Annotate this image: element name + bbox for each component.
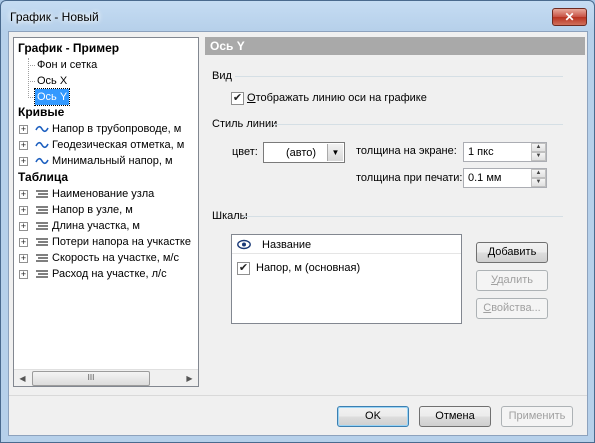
tree-item-axis-y[interactable]: Ось Y	[33, 88, 71, 106]
scale-visible-checkbox[interactable]: ✔	[237, 262, 250, 275]
screen-width-label: толщина на экране:	[356, 145, 457, 157]
table-column-icon	[36, 190, 48, 198]
show-axis-checkbox[interactable]: ✔	[231, 92, 244, 105]
group-divider	[273, 124, 563, 125]
expand-icon[interactable]: +	[19, 206, 28, 215]
expand-icon[interactable]: +	[19, 125, 28, 134]
cancel-button[interactable]: Отмена	[419, 406, 491, 427]
close-button[interactable]: ✕	[552, 8, 587, 26]
tree-item-curve[interactable]: Минимальный напор, м	[52, 153, 173, 169]
tree-header-table[interactable]: Таблица	[18, 169, 68, 185]
dialog-client: График - Пример Фон и сетка Ось X Ось Y …	[8, 31, 588, 436]
spin-down-icon[interactable]: ▼	[531, 178, 546, 187]
print-width-value: 0.1 мм	[468, 172, 502, 184]
show-axis-label[interactable]: Отображать линию оси на графике	[247, 92, 427, 104]
color-select-value: (авто)	[286, 147, 317, 159]
tree-item-column[interactable]: Расход на участке, л/с	[52, 266, 167, 282]
scroll-right-arrow-icon[interactable]: ▶	[181, 370, 198, 386]
tree-item-column[interactable]: Потери напора на учкастке	[52, 234, 191, 250]
dialog-window: График - Новый ✕ График - Пример Фон и с…	[0, 0, 595, 443]
ok-button[interactable]: OK	[337, 406, 409, 427]
spin-up-icon[interactable]: ▲	[531, 169, 546, 178]
tree-horizontal-scrollbar[interactable]: ◀ III ▶	[14, 369, 198, 386]
expand-icon[interactable]: +	[19, 222, 28, 231]
color-select[interactable]: (авто) ▼	[263, 142, 345, 163]
tree-item-column[interactable]: Скорость на участке, м/с	[52, 250, 179, 266]
apply-button[interactable]: Применить	[501, 406, 573, 427]
expand-icon[interactable]: +	[19, 141, 28, 150]
table-column-icon	[36, 254, 48, 262]
tree-item-column[interactable]: Длина участка, м	[52, 218, 140, 234]
add-scale-button[interactable]: Добавить	[476, 242, 548, 263]
footer-separator	[9, 395, 587, 396]
scales-list-header[interactable]: Название	[232, 235, 461, 254]
scales-list[interactable]: Название ✔ Напор, м (основная)	[231, 234, 462, 324]
tree-root-chart[interactable]: График - Пример	[18, 40, 119, 56]
expand-icon[interactable]: +	[19, 157, 28, 166]
expand-icon[interactable]: +	[19, 190, 28, 199]
group-line-style-label: Стиль линии	[212, 118, 278, 130]
table-column-icon	[36, 206, 48, 214]
print-width-label: толщина при печати:	[356, 172, 463, 184]
group-divider	[243, 216, 563, 217]
table-column-icon	[36, 222, 48, 230]
tree-guide-line	[28, 65, 35, 66]
table-column-icon	[36, 238, 48, 246]
panel-title: Ось Y	[205, 37, 585, 55]
tree-item-background-grid[interactable]: Фон и сетка	[37, 57, 97, 73]
color-label: цвет:	[232, 146, 258, 158]
spin-up-icon[interactable]: ▲	[531, 143, 546, 152]
tree-guide-line	[28, 97, 35, 98]
curve-icon	[35, 125, 49, 133]
table-column-icon	[36, 270, 48, 278]
scroll-left-arrow-icon[interactable]: ◀	[14, 370, 31, 386]
tree-item-axis-x[interactable]: Ось X	[37, 73, 67, 89]
screen-width-value: 1 пкс	[468, 146, 494, 158]
tree-guide-line	[28, 58, 29, 98]
tree-item-column[interactable]: Напор в узле, м	[52, 202, 133, 218]
group-divider	[235, 76, 563, 77]
title-bar[interactable]: График - Новый ✕	[1, 1, 594, 31]
tree-item-column[interactable]: Наименование узла	[52, 186, 154, 202]
window-title: График - Новый	[10, 10, 99, 24]
tree-header-curves[interactable]: Кривые	[18, 104, 64, 120]
eye-icon[interactable]	[237, 239, 251, 250]
settings-tree[interactable]: График - Пример Фон и сетка Ось X Ось Y …	[13, 37, 199, 387]
column-name-header[interactable]: Название	[262, 239, 311, 251]
screen-width-spinner[interactable]: 1 пкс ▲ ▼	[463, 142, 547, 162]
curve-icon	[35, 141, 49, 149]
scale-properties-button[interactable]: Свойства...	[476, 298, 548, 319]
tree-item-curve[interactable]: Геодезическая отметка, м	[52, 137, 184, 153]
dropdown-arrow-icon[interactable]: ▼	[327, 144, 343, 161]
expand-icon[interactable]: +	[19, 254, 28, 263]
spin-down-icon[interactable]: ▼	[531, 152, 546, 161]
scroll-thumb[interactable]: III	[32, 371, 150, 386]
expand-icon[interactable]: +	[19, 238, 28, 247]
group-view-label: Вид	[212, 70, 232, 82]
tree-guide-line	[28, 81, 35, 82]
expand-icon[interactable]: +	[19, 270, 28, 279]
scale-row-name[interactable]: Напор, м (основная)	[256, 262, 360, 274]
delete-scale-button[interactable]: Удалить	[476, 270, 548, 291]
print-width-spinner[interactable]: 0.1 мм ▲ ▼	[463, 168, 547, 188]
tree-item-curve[interactable]: Напор в трубопроводе, м	[52, 121, 181, 137]
curve-icon	[35, 157, 49, 165]
